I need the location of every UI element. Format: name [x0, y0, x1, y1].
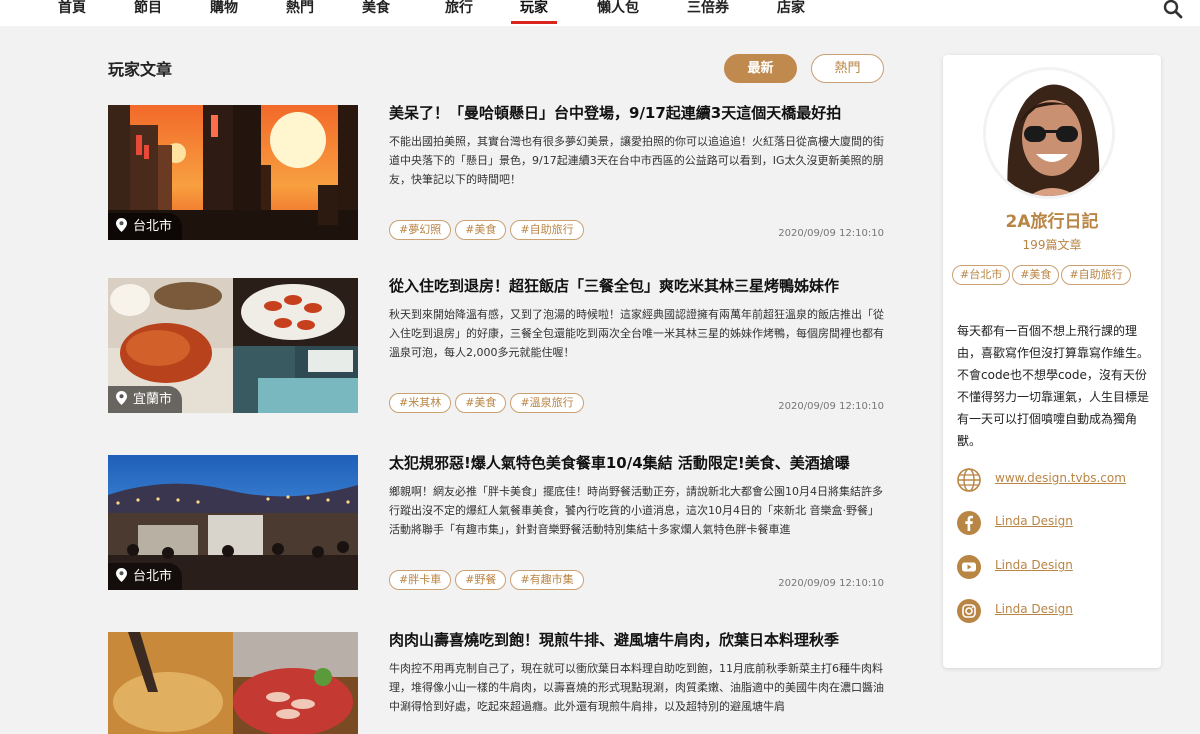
article-thumbnail[interactable]: [108, 632, 358, 734]
section-title: 玩家文章: [108, 60, 173, 79]
instagram-link[interactable]: Linda Design: [995, 602, 1073, 616]
globe-icon: [957, 468, 981, 492]
author-bio: 每天都有一百個不想上飛行課的理由，喜歡寫作但沒打算靠寫作維生。不會code也不想…: [957, 324, 1150, 448]
tag-chip[interactable]: #自助旅行: [510, 220, 584, 240]
location-label: 台北市: [133, 569, 173, 584]
article-thumbnail[interactable]: 宜蘭市: [108, 278, 358, 413]
article-summary: 鄉親啊！網友必推「胖卡美食」擺底佳！時尚野餐活動正夯，請說新北大都會公園10月4…: [389, 485, 883, 536]
nav-item-travel[interactable]: 旅行: [445, 0, 473, 24]
article-tags: #夢幻照 #美食 #自助旅行: [389, 218, 588, 240]
website-link-row[interactable]: www.design.tvbs.com: [956, 467, 1156, 493]
author-name[interactable]: 2A旅行日記: [943, 207, 1161, 232]
article-tags: #胖卡車 #野餐 #有趣市集: [389, 568, 588, 590]
article-card[interactable]: 台北市 美呆了！「曼哈頓懸日」台中登場，9/17起連續3天這個天橋最好拍 不能出…: [108, 102, 884, 240]
location-badge: 宜蘭市: [108, 386, 183, 413]
article-card[interactable]: 肉肉山壽喜燒吃到飽！現煎牛排、避風塘牛肩肉，欣葉日本料理秋季 牛肉控不用再克制自…: [108, 629, 884, 734]
nav-item-food[interactable]: 美食: [362, 0, 390, 24]
author-card: 2A旅行日記 199篇文章 #台北市 #美食 #自助旅行 每天都有一百個不想上飛行課…: [943, 55, 1161, 668]
article-summary: 秋天到來開始降溫有感，又到了泡湯的時候啦！這家經典國認證擁有兩萬年前超狂溫泉的飯…: [389, 308, 884, 359]
article-date: 2020/09/09 12:10:10: [778, 228, 884, 239]
tag-chip[interactable]: #美食: [1012, 265, 1060, 285]
nav-item-guides[interactable]: 懶人包: [597, 0, 639, 24]
nav-active-indicator: [511, 21, 557, 24]
article-tags: #米其林 #美食 #溫泉旅行: [389, 391, 588, 413]
tag-chip[interactable]: #美食: [455, 393, 507, 413]
sort-hot-button[interactable]: 熱門: [811, 54, 884, 83]
article-title[interactable]: 美呆了！「曼哈頓懸日」台中登場，9/17起連續3天這個天橋最好拍: [389, 102, 884, 123]
nav-item-home[interactable]: 首頁: [58, 0, 86, 24]
article-date: 2020/09/09 12:10:10: [778, 578, 884, 589]
nav-item-shopping[interactable]: 購物: [210, 0, 238, 24]
location-badge: 台北市: [108, 563, 183, 590]
tag-chip[interactable]: #台北市: [952, 265, 1011, 285]
article-title[interactable]: 從入住吃到退房！超狂飯店「三餐全包」爽吃米其林三星烤鴨姊妹作: [389, 275, 884, 296]
tag-chip[interactable]: #自助旅行: [1061, 265, 1131, 285]
article-thumbnail[interactable]: 台北市: [108, 455, 358, 590]
author-article-count: 199篇文章: [1022, 238, 1082, 252]
facebook-link[interactable]: Linda Design: [995, 514, 1073, 528]
location-badge: 台北市: [108, 213, 183, 240]
article-title[interactable]: 太犯規邪惡!爆人氣特色美食餐車10/4集結 活動限定!美食、美酒搶曝: [389, 452, 884, 473]
tag-chip[interactable]: #溫泉旅行: [510, 393, 584, 413]
youtube-icon: [957, 555, 981, 579]
tag-chip[interactable]: #夢幻照: [389, 220, 452, 240]
author-avatar[interactable]: [983, 67, 1115, 199]
top-nav: 首頁 節目 購物 熱門 美食 旅行 玩家 懶人包 三倍券 店家: [0, 0, 1200, 26]
map-pin-icon: [116, 218, 127, 232]
nav-item-programs[interactable]: 節目: [134, 0, 162, 24]
article-thumbnail[interactable]: 台北市: [108, 105, 358, 240]
youtube-link-row[interactable]: Linda Design: [956, 554, 1156, 580]
tag-chip[interactable]: #野餐: [455, 570, 507, 590]
nav-item-popular[interactable]: 熱門: [286, 0, 314, 24]
map-pin-icon: [116, 391, 127, 405]
instagram-link-row[interactable]: Linda Design: [956, 598, 1156, 624]
instagram-icon: [957, 599, 981, 623]
sort-latest-button[interactable]: 最新: [724, 54, 797, 83]
tag-chip[interactable]: #米其林: [389, 393, 452, 413]
article-title[interactable]: 肉肉山壽喜燒吃到飽！現煎牛排、避風塘牛肩肉，欣葉日本料理秋季: [389, 629, 884, 650]
location-label: 宜蘭市: [133, 392, 173, 407]
map-pin-icon: [116, 568, 127, 582]
facebook-icon: [957, 511, 981, 535]
article-summary: 不能出國拍美照，其實台灣也有很多夢幻美景，讓愛拍照的你可以追追追！火紅落日從高樓…: [389, 135, 884, 186]
search-icon[interactable]: [1163, 0, 1183, 20]
nav-item-triple-voucher[interactable]: 三倍券: [687, 0, 729, 24]
nav-item-stores[interactable]: 店家: [777, 0, 805, 24]
tag-chip[interactable]: #有趣市集: [510, 570, 584, 590]
facebook-link-row[interactable]: Linda Design: [956, 510, 1156, 536]
tag-chip[interactable]: #美食: [455, 220, 507, 240]
article-card[interactable]: 宜蘭市 從入住吃到退房！超狂飯店「三餐全包」爽吃米其林三星烤鴨姊妹作 秋天到來開…: [108, 275, 884, 413]
location-label: 台北市: [133, 219, 173, 234]
article-date: 2020/09/09 12:10:10: [778, 401, 884, 412]
article-summary: 牛肉控不用再克制自己了，現在就可以衝欣葉日本料理自助吃到飽，11月底前秋季新菜主…: [389, 662, 884, 713]
author-tags: #台北市 #美食 #自助旅行: [952, 263, 1162, 285]
website-link[interactable]: www.design.tvbs.com: [995, 471, 1126, 485]
youtube-link[interactable]: Linda Design: [995, 558, 1073, 572]
article-card[interactable]: 台北市 太犯規邪惡!爆人氣特色美食餐車10/4集結 活動限定!美食、美酒搶曝 鄉…: [108, 452, 884, 590]
tag-chip[interactable]: #胖卡車: [389, 570, 452, 590]
